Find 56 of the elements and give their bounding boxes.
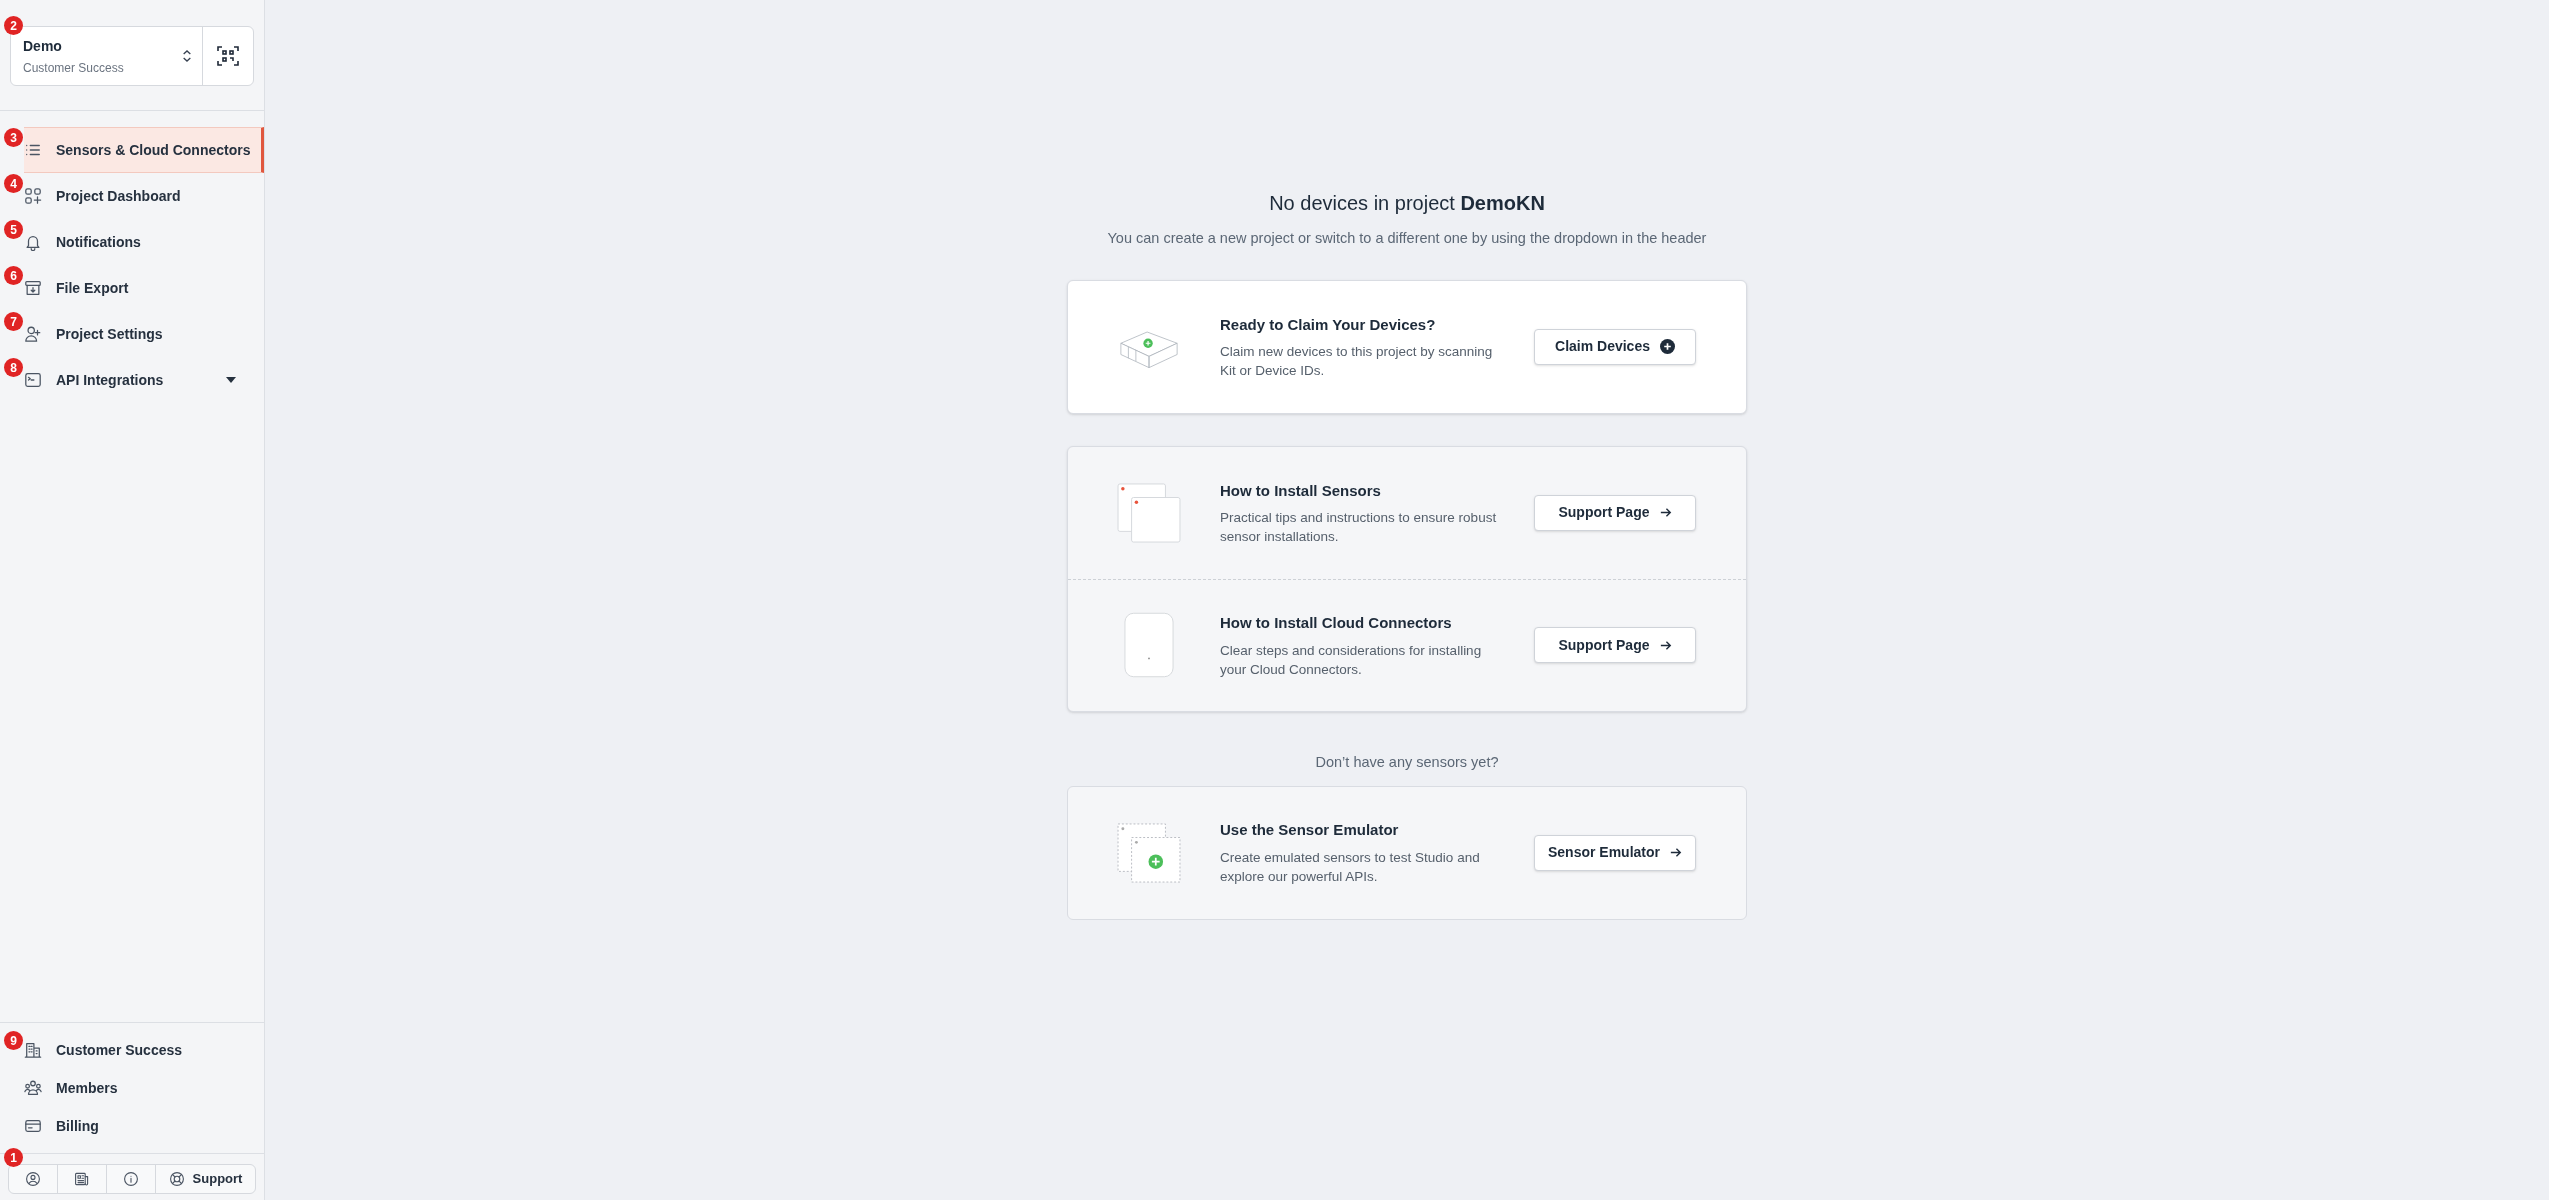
emulator-prompt: Don’t have any sensors yet? bbox=[1315, 752, 1499, 772]
card-title: How to Install Cloud Connectors bbox=[1220, 613, 1453, 633]
step-badge: 1 bbox=[4, 1148, 23, 1167]
arrow-right-icon bbox=[1659, 639, 1672, 651]
terminal-icon bbox=[24, 371, 42, 389]
project-name: Demo bbox=[23, 36, 63, 56]
apps-icon bbox=[24, 187, 42, 205]
account-icon bbox=[25, 1171, 41, 1187]
archive-icon bbox=[24, 279, 42, 297]
step-badge: 2 bbox=[4, 16, 23, 35]
plus-circle-icon bbox=[1659, 339, 1675, 355]
step-badge: 8 bbox=[4, 358, 23, 377]
step-badge: 9 bbox=[4, 1031, 23, 1050]
nav-item[interactable]: Project Dashboard bbox=[24, 173, 264, 219]
empty-state-subtitle: You can create a new project or switch to a different one by using the dropdown in the header bbox=[1107, 229, 1707, 248]
card-title: Use the Sensor Emulator bbox=[1220, 820, 1400, 841]
card-title: Ready to Claim Your Devices? bbox=[1220, 314, 1437, 335]
emulated-sensors-drawing bbox=[1117, 822, 1181, 883]
card-action-button[interactable]: Claim Devices bbox=[1534, 328, 1696, 365]
nav-item[interactable]: Sensors & Cloud Connectors bbox=[24, 127, 264, 173]
nav-item[interactable]: Project Settings bbox=[24, 311, 264, 357]
step-badge: 4 bbox=[4, 174, 23, 193]
card-action-button[interactable]: Support Page bbox=[1534, 494, 1696, 531]
newspaper-icon bbox=[74, 1171, 90, 1187]
people-icon bbox=[24, 1079, 42, 1097]
empty-state-heading: No devices in project DemoKN bbox=[1269, 191, 1545, 216]
arrow-right-icon bbox=[1659, 507, 1672, 519]
step-badge: 6 bbox=[4, 266, 23, 285]
org-nav-item[interactable]: Customer Success bbox=[24, 1031, 264, 1069]
card-description: Clear steps and considerations for installing your Cloud Connectors. bbox=[1220, 641, 1483, 679]
sensors-drawing bbox=[1117, 482, 1181, 543]
card-action-button[interactable]: Sensor Emulator bbox=[1534, 834, 1696, 871]
card-action-button[interactable]: Support Page bbox=[1534, 627, 1696, 664]
bell-icon bbox=[24, 233, 42, 251]
organization-name: Customer Success bbox=[23, 59, 124, 77]
user-plus-icon bbox=[24, 325, 42, 343]
building-icon bbox=[24, 1041, 42, 1059]
card-icon bbox=[24, 1117, 42, 1135]
info-icon bbox=[123, 1171, 139, 1187]
card-description: Claim new devices to this project by scanning Kit or Device IDs. bbox=[1220, 343, 1494, 380]
nav-item[interactable]: Notifications bbox=[24, 219, 264, 265]
step-badge: 5 bbox=[4, 220, 23, 239]
step-badge: 7 bbox=[4, 312, 23, 331]
cloud-connector-drawing bbox=[1124, 612, 1174, 679]
card-description: Practical tips and instructions to ensure robust sensor installations. bbox=[1220, 509, 1498, 546]
card-title: How to Install Sensors bbox=[1220, 480, 1382, 501]
org-nav-item[interactable]: Billing bbox=[24, 1107, 264, 1145]
step-badge: 3 bbox=[4, 128, 23, 147]
card-description: Create emulated sensors to test Studio and explore our powerful APIs. bbox=[1220, 848, 1481, 886]
nav-item[interactable]: API Integrations bbox=[24, 357, 264, 403]
qr-scan-icon bbox=[217, 45, 239, 67]
nav-item[interactable]: File Export bbox=[24, 265, 264, 311]
lifebuoy-icon bbox=[168, 1171, 185, 1187]
org-nav-item[interactable]: Members bbox=[24, 1069, 264, 1107]
arrow-right-icon bbox=[1670, 847, 1682, 858]
chevron-updown-icon bbox=[182, 49, 192, 63]
